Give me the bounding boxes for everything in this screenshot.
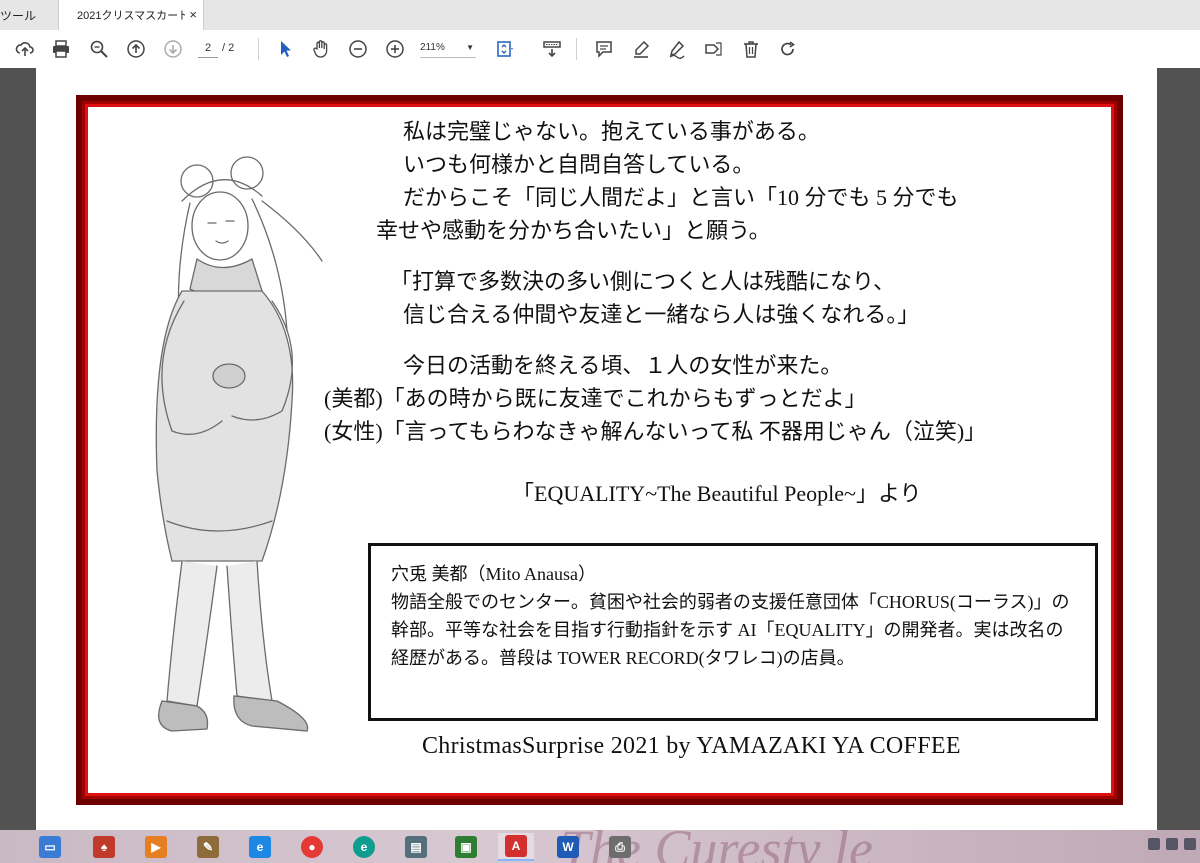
internet-explorer-icon[interactable]: e (242, 833, 278, 861)
edge-icon[interactable]: e (346, 833, 382, 861)
card-line: いつも何様かと自問自答している。 (403, 152, 755, 177)
select-cursor-icon[interactable] (272, 36, 298, 62)
media-player-icon[interactable]: ▶ (138, 833, 174, 861)
windows-taskbar: The Curesty le ▭ ♠ ▶ ✎ e ● e ▤ ▣ A W ⎙ (0, 830, 1200, 863)
edit-pdf-icon[interactable] (701, 36, 727, 62)
scanner-app-icon[interactable]: ▤ (398, 833, 434, 861)
close-icon[interactable]: × (189, 7, 197, 22)
highlight-icon[interactable] (628, 36, 654, 62)
cards-game-icon[interactable]: ♠ (86, 833, 122, 861)
tab-tools-label: ツール (0, 8, 37, 23)
card-line: 今日の活動を終える頃、１人の女性が来た。 (403, 353, 843, 378)
card-frame: 私は完璧じゃない。抱えている事がある。 いつも何様かと自問自答している。 だから… (76, 95, 1123, 805)
sign-icon[interactable] (664, 36, 690, 62)
toolbar-divider (576, 38, 577, 60)
zoom-level-select[interactable]: 211% ▼ (420, 39, 476, 58)
character-profile-box: 穴兎 美都（Mito Anausa） 物語全般でのセンター。貧困や社会的弱者の支… (368, 543, 1098, 721)
hand-icon[interactable] (308, 36, 334, 62)
page-up-icon[interactable] (123, 36, 149, 62)
dialogue-line: (美都)「あの時から既に友達でこれからもずっとだよ」 (324, 386, 867, 411)
tray-icon[interactable] (1184, 838, 1196, 850)
remote-app-icon[interactable]: ▣ (448, 833, 484, 861)
card-line: 幸せや感動を分かち合いたい」と願う。 (376, 218, 771, 243)
page-number-input[interactable]: 2 (198, 39, 218, 58)
card-line: 「打算で多数決の多い側につくと人は残酷になり、 (390, 269, 896, 294)
rotate-icon[interactable] (775, 36, 801, 62)
page-down-icon[interactable] (160, 36, 186, 62)
tray-icon[interactable] (1148, 838, 1160, 850)
printer-app-icon[interactable]: ⎙ (602, 833, 638, 861)
fit-page-icon[interactable] (492, 36, 518, 62)
page-total: / 2 (222, 42, 235, 54)
chevron-down-icon: ▼ (466, 43, 474, 52)
zoom-search-icon[interactable] (86, 36, 112, 62)
chrome-icon[interactable]: ● (294, 833, 330, 861)
zoom-level-value: 211% (420, 42, 445, 53)
tray-icon[interactable] (1166, 838, 1178, 850)
tab-document-title: 2021クリスマスカード... (77, 10, 185, 22)
tab-tools[interactable]: ツール (0, 0, 58, 30)
comment-icon[interactable] (591, 36, 617, 62)
zoom-in-icon[interactable] (382, 36, 408, 62)
toolbar-divider (258, 38, 259, 60)
card-line: 私は完璧じゃない。抱えている事がある。 (403, 119, 820, 144)
word-icon[interactable]: W (550, 833, 586, 861)
paint-icon[interactable]: ✎ (190, 833, 226, 861)
card-line: 信じ合える仲間や友達と一緒なら人は強くなれる。」 (403, 302, 920, 327)
profile-description: 物語全般でのセンター。貧困や社会的弱者の支援任意団体「CHORUS(コーラス)」… (391, 592, 1070, 668)
zoom-out-icon[interactable] (345, 36, 371, 62)
desktop-app-icon[interactable]: ▭ (32, 833, 68, 861)
card-line: だからこそ「同じ人間だよ」と言い「10 分でも 5 分でも (403, 185, 959, 210)
acrobat-icon[interactable]: A (498, 833, 534, 861)
scan-icon[interactable] (539, 36, 565, 62)
acrobat-toolbar: 2 / 2 211% ▼ (0, 30, 1200, 69)
upload-icon[interactable] (12, 36, 38, 62)
document-view[interactable]: 私は完璧じゃない。抱えている事がある。 いつも何様かと自問自答している。 だから… (0, 68, 1200, 830)
system-tray[interactable] (1148, 838, 1196, 850)
profile-name: 穴兎 美都（Mito Anausa） (391, 564, 596, 584)
print-icon[interactable] (48, 36, 74, 62)
tab-bar: ツール 2021クリスマスカード... × (0, 0, 1200, 31)
card-footer: ChristmasSurprise 2021 by YAMAZAKI YA CO… (422, 733, 961, 759)
dialogue-line: (女性)「言ってもらわなきゃ解んないって私 不器用じゃん（泣笑)」 (324, 419, 987, 444)
tab-document[interactable]: 2021クリスマスカード... × (58, 0, 204, 30)
delete-icon[interactable] (738, 36, 764, 62)
source-credit: 「EQUALITY~The Beautiful People~」より (512, 481, 922, 506)
pdf-page: 私は完璧じゃない。抱えている事がある。 いつも何様かと自問自答している。 だから… (36, 68, 1157, 830)
